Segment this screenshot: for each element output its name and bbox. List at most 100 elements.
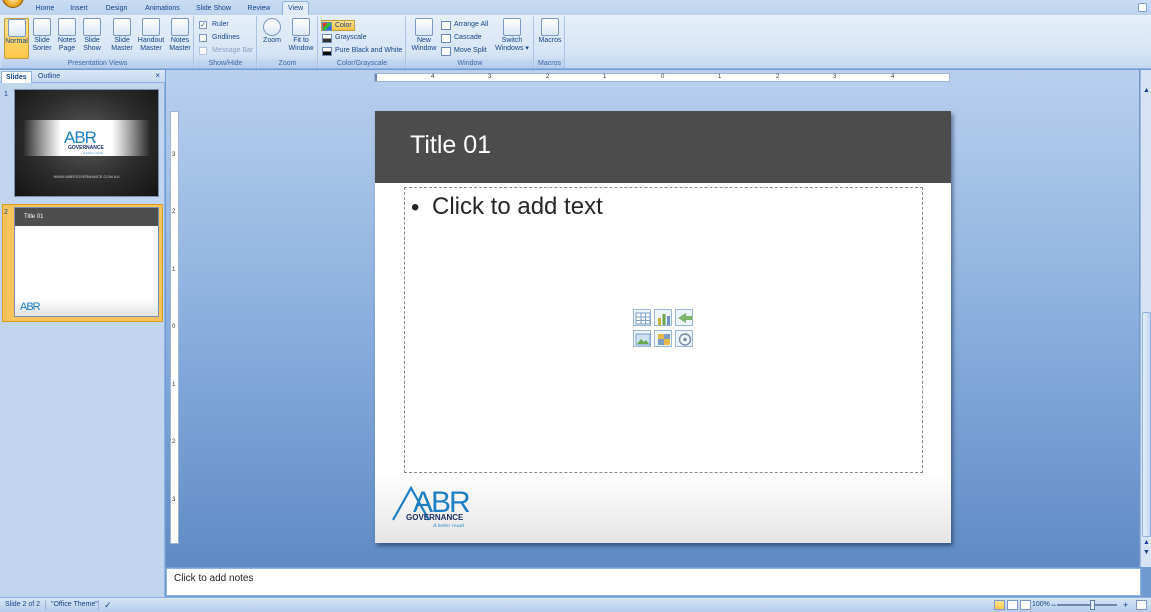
slide-show-label-2: Show xyxy=(83,45,101,52)
scrollbar-thumb[interactable] xyxy=(1142,312,1151,537)
insert-smartart-icon[interactable] xyxy=(675,309,693,326)
new-window-button[interactable]: New Window xyxy=(410,18,438,53)
slide-master-label-2: Master xyxy=(111,45,133,52)
tab-view[interactable]: View xyxy=(282,1,309,16)
tab-insert[interactable]: Insert xyxy=(63,2,95,15)
move-split-button[interactable]: Move Split xyxy=(441,46,487,57)
group-label-window: Window xyxy=(407,59,533,68)
tab-home[interactable]: Home xyxy=(30,2,60,15)
vruler-label: 0 xyxy=(172,324,176,330)
fit-label-1: Fit to xyxy=(293,37,309,44)
content-placeholder-text: Click to add text xyxy=(432,193,603,220)
macros-button[interactable]: Macros xyxy=(537,18,563,45)
next-slide-icon[interactable]: ▼ xyxy=(1142,548,1151,558)
horizontal-ruler[interactable]: 4 3 2 1 0 1 2 3 4 xyxy=(374,73,950,82)
zoom-in-icon[interactable]: + xyxy=(1123,598,1128,612)
slide-show-label-1: Slide xyxy=(84,37,100,44)
handout-master-button[interactable]: Handout Master xyxy=(136,18,166,53)
thumb-title: Title 01 xyxy=(15,208,158,226)
content-placeholder[interactable]: • Click to add text xyxy=(404,187,923,473)
slide-show-status-icon[interactable] xyxy=(1020,600,1031,610)
status-bar: Slide 2 of 2 "Office Theme" ✓ 100% − + xyxy=(0,597,1151,612)
zoom-slider-thumb[interactable] xyxy=(1090,600,1095,610)
vertical-scrollbar[interactable]: ▲ ▲ ▼ xyxy=(1140,70,1151,567)
insert-table-icon[interactable] xyxy=(633,309,651,326)
normal-view-icon xyxy=(7,19,26,37)
gridlines-label: Gridlines xyxy=(212,34,240,41)
scroll-up-icon[interactable]: ▲ xyxy=(1142,86,1151,96)
macros-icon xyxy=(541,18,559,36)
slide-sorter-status-icon[interactable] xyxy=(1007,600,1018,610)
tab-slide-show[interactable]: Slide Show xyxy=(192,2,235,15)
switch-windows-button[interactable]: Switch Windows ▾ xyxy=(494,18,530,53)
slide-master-label-1: Slide xyxy=(114,37,130,44)
arrange-all-icon xyxy=(441,21,451,30)
slide-show-button[interactable]: Slide Show xyxy=(81,18,103,53)
ruler-checkbox[interactable]: ✓ Ruler xyxy=(199,20,229,31)
insert-chart-icon[interactable] xyxy=(654,309,672,326)
slide-thumbnail-2[interactable]: Title 01 ABR xyxy=(14,207,159,317)
logo-tagline: A better result xyxy=(432,523,465,529)
vertical-ruler[interactable]: 3 2 1 0 1 2 3 xyxy=(170,111,179,544)
slide-title[interactable]: Title 01 xyxy=(410,131,491,160)
normal-view-button[interactable]: Normal xyxy=(4,18,29,59)
logo-tagline-small: A better result xyxy=(82,151,104,155)
group-label-presentation-views: Presentation Views xyxy=(2,59,193,68)
office-button[interactable] xyxy=(2,0,24,8)
notes-master-label-1: Notes xyxy=(170,37,190,44)
notes-master-button[interactable]: Notes Master xyxy=(168,18,192,53)
notes-page-button[interactable]: Notes Page xyxy=(56,18,78,53)
zoom-out-icon[interactable]: − xyxy=(1051,598,1056,612)
tab-outline[interactable]: Outline xyxy=(34,71,64,83)
fit-to-window-button[interactable]: Fit to Window xyxy=(286,18,316,53)
group-zoom: Zoom Fit to Window Zoom xyxy=(258,16,318,68)
zoom-slider[interactable] xyxy=(1057,604,1117,606)
slide-number-1: 1 xyxy=(4,91,8,98)
close-icon[interactable]: × xyxy=(155,71,160,80)
zoom-level[interactable]: 100% xyxy=(1032,598,1050,612)
hruler-label: 2 xyxy=(546,74,550,80)
group-label-color: Color/Grayscale xyxy=(319,59,405,68)
ribbon-tab-row: Home Insert Design Animations Slide Show… xyxy=(0,0,1151,16)
handout-master-label-2: Master xyxy=(140,45,162,52)
insert-picture-icon[interactable] xyxy=(633,330,651,347)
vruler-label: 1 xyxy=(172,382,176,388)
tab-slides[interactable]: Slides xyxy=(1,71,32,83)
new-window-label-1: New xyxy=(416,37,431,44)
theme-status[interactable]: "Office Theme" xyxy=(51,598,98,612)
vruler-label: 2 xyxy=(172,439,176,445)
normal-view-status-icon[interactable] xyxy=(994,600,1005,610)
previous-slide-icon[interactable]: ▲ xyxy=(1142,538,1151,548)
fit-slide-icon[interactable] xyxy=(1136,600,1147,610)
gridlines-check-icon xyxy=(199,34,207,42)
slide-canvas[interactable]: Title 01 • Click to add text ABR GOVERNA… xyxy=(375,111,951,543)
tab-animations[interactable]: Animations xyxy=(140,2,185,15)
ruler-indent-marker[interactable] xyxy=(375,74,377,81)
color-label: Color xyxy=(335,22,352,29)
slide-sorter-button[interactable]: Slide Sorter xyxy=(31,18,53,53)
slide-sorter-label-2: Sorter xyxy=(32,45,52,52)
message-bar-checkbox[interactable]: Message Bar xyxy=(199,46,253,57)
zoom-button[interactable]: Zoom xyxy=(261,18,283,45)
switch-windows-label-2: Windows ▾ xyxy=(495,45,529,52)
cascade-button[interactable]: Cascade xyxy=(441,33,482,44)
gridlines-checkbox[interactable]: Gridlines xyxy=(199,33,240,44)
color-button[interactable]: Color xyxy=(321,20,355,31)
group-window: New Window Arrange All Cascade Move Spli… xyxy=(407,16,534,68)
pure-black-white-button[interactable]: Pure Black and White xyxy=(322,46,402,57)
tab-design[interactable]: Design xyxy=(100,2,133,15)
help-icon[interactable] xyxy=(1138,3,1147,12)
arrange-all-button[interactable]: Arrange All xyxy=(441,20,488,31)
spelling-check-icon[interactable]: ✓ xyxy=(104,598,112,612)
notes-pane[interactable]: Click to add notes xyxy=(166,568,1141,596)
slide-master-button[interactable]: Slide Master xyxy=(110,18,134,53)
insert-clip-art-icon[interactable] xyxy=(654,330,672,347)
message-bar-check-icon xyxy=(199,47,207,55)
notes-page-label-2: Page xyxy=(58,45,76,52)
insert-media-clip-icon[interactable] xyxy=(675,330,693,347)
grayscale-button[interactable]: Grayscale xyxy=(322,33,367,44)
notes-page-label-1: Notes xyxy=(57,37,77,44)
switch-windows-icon xyxy=(503,18,521,36)
tab-review[interactable]: Review xyxy=(242,2,276,15)
slide-thumbnail-1[interactable]: ABR GOVERNANCE A better result WWW.ABRGO… xyxy=(14,89,159,197)
